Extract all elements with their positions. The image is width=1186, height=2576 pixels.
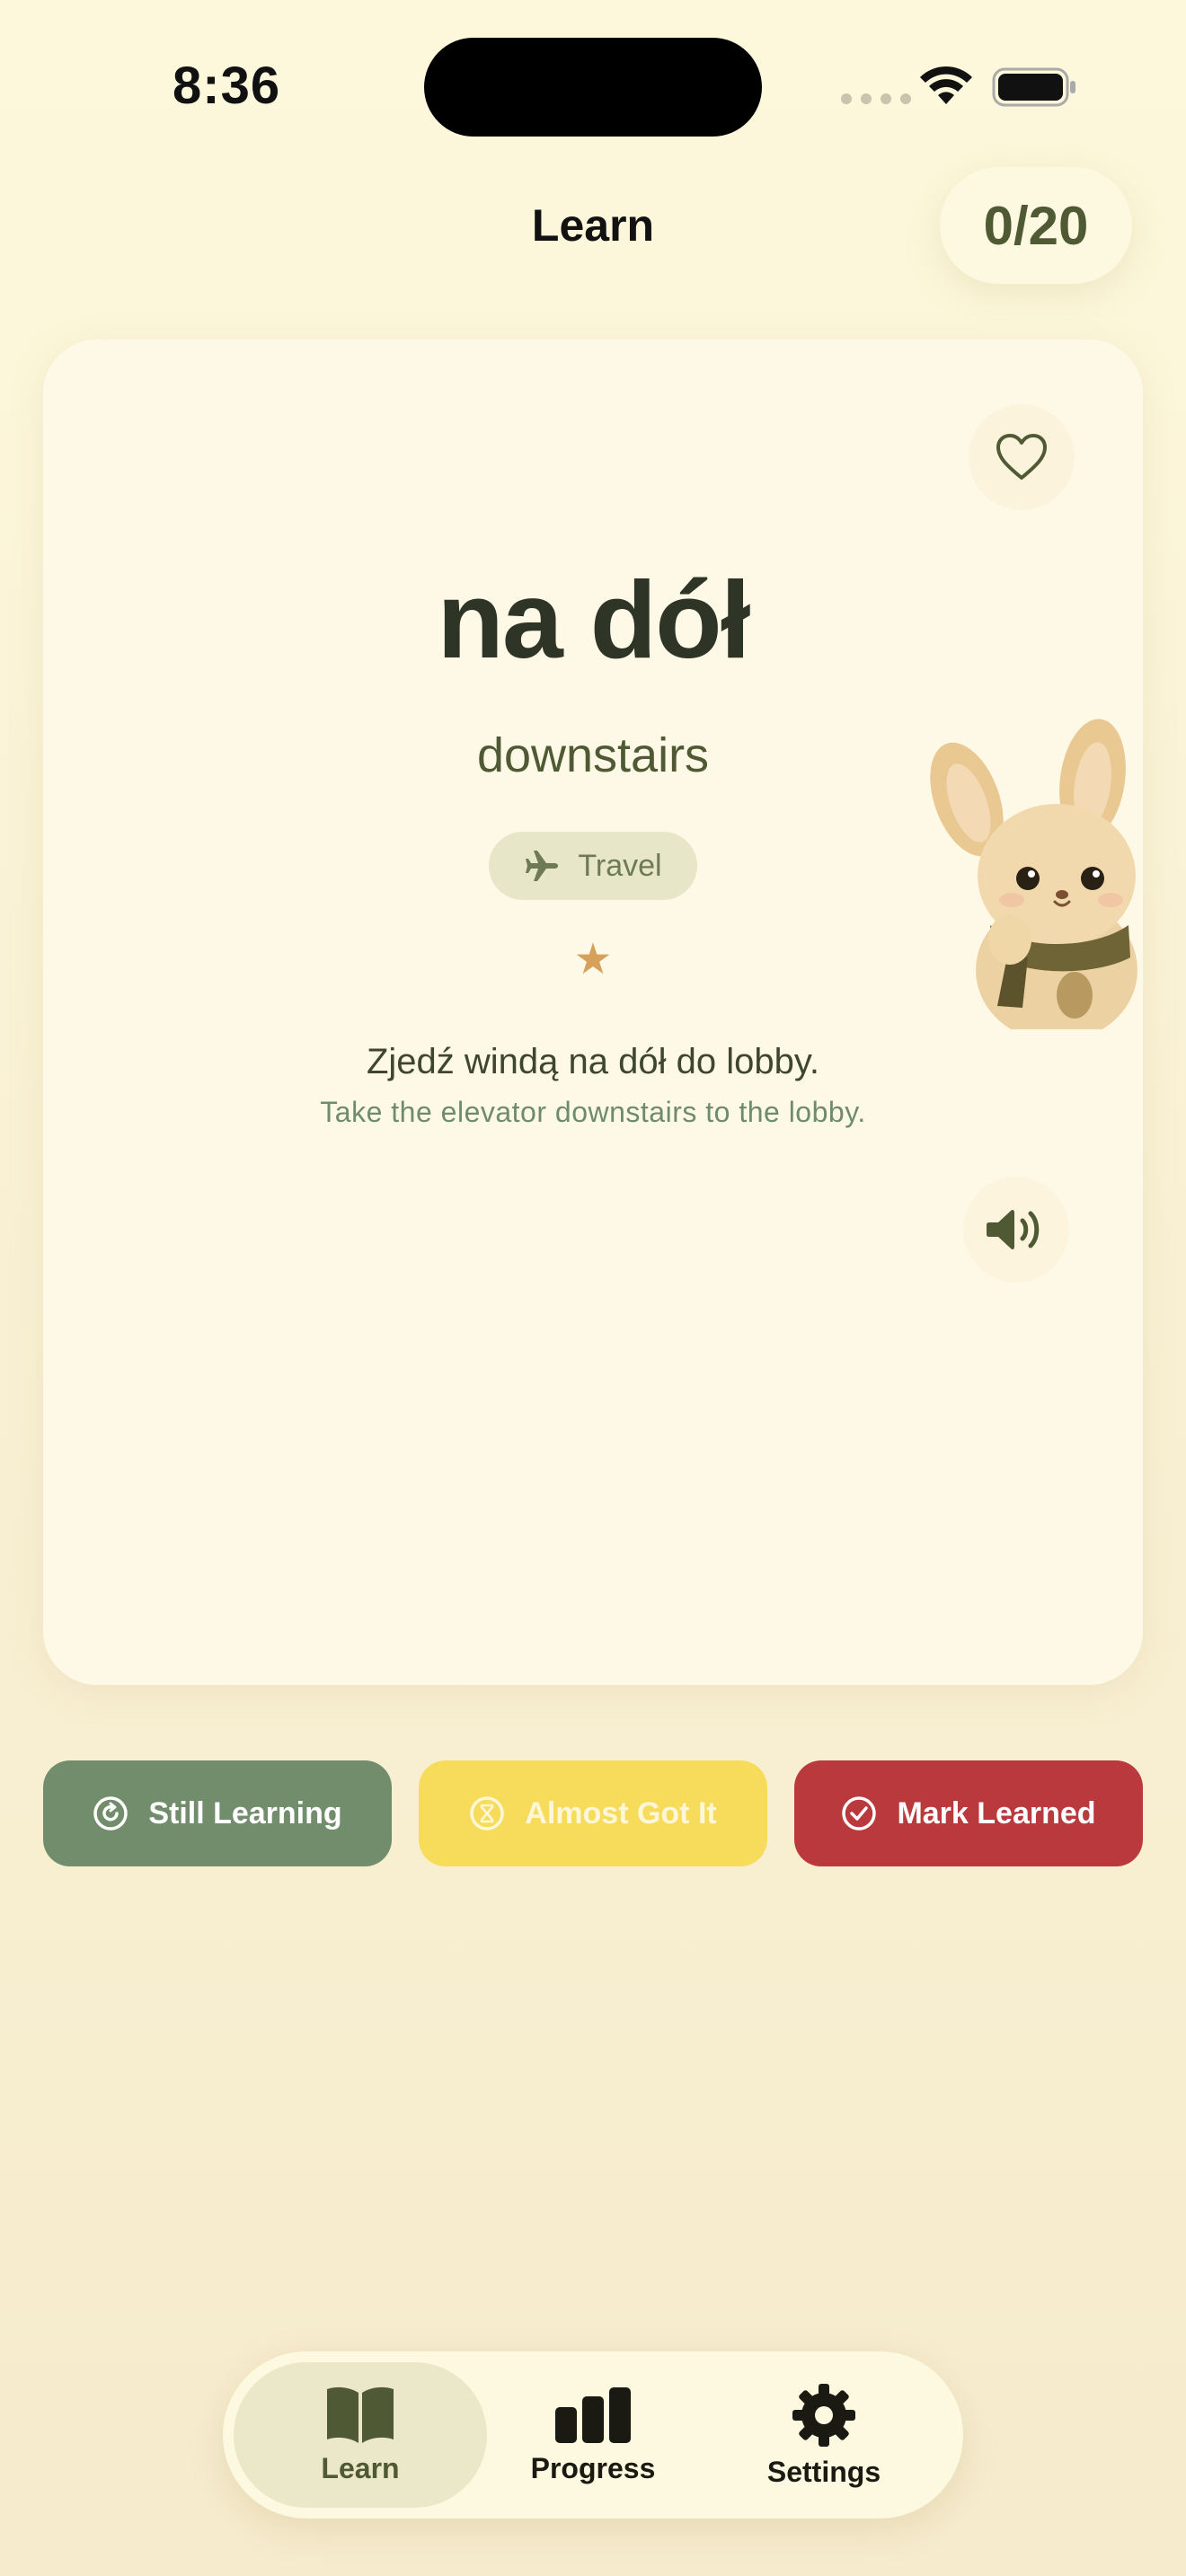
tab-settings[interactable]: Settings (697, 2362, 951, 2508)
example-sentence: Zjedź windą na dół do lobby. (366, 1042, 820, 1081)
bar-chart-icon (555, 2386, 631, 2443)
mark-learned-label: Mark Learned (897, 1795, 1096, 1831)
tab-settings-label: Settings (766, 2455, 881, 2488)
rating-actions: Still Learning Almost Got It Mark Learne… (43, 1760, 1143, 1866)
book-icon (327, 2386, 394, 2443)
example-translation: Take the elevator downstairs to the lobb… (320, 1096, 866, 1128)
bunny-mascot (930, 719, 1137, 1029)
vocab-word: na dół (437, 559, 750, 681)
category-label: Travel (578, 848, 662, 883)
wifi-icon (920, 66, 972, 104)
tab-bar: Learn Progress Settings (223, 2351, 963, 2519)
status-time: 8:36 (173, 57, 281, 115)
tab-learn-label: Learn (321, 2451, 400, 2484)
airplane-icon (526, 851, 559, 881)
tab-progress[interactable]: Progress (466, 2362, 720, 2508)
refresh-icon (93, 1795, 128, 1831)
dynamic-island (424, 38, 762, 137)
tab-progress-label: Progress (530, 2451, 656, 2484)
battery-icon (992, 67, 1075, 107)
speaker-icon (987, 1209, 1040, 1250)
tab-learn[interactable]: Learn (234, 2362, 487, 2508)
heart-icon (996, 434, 1047, 480)
almost-got-it-label: Almost Got It (525, 1795, 717, 1831)
mark-learned-button[interactable]: Mark Learned (794, 1760, 1143, 1866)
still-learning-button[interactable]: Still Learning (43, 1760, 392, 1866)
play-audio-button[interactable] (963, 1177, 1069, 1283)
category-tag: Travel (489, 832, 697, 900)
almost-got-it-button[interactable]: Almost Got It (419, 1760, 767, 1866)
check-circle-icon (841, 1795, 877, 1831)
gear-icon (792, 2383, 855, 2447)
cellular-signal-icon (841, 93, 911, 104)
still-learning-label: Still Learning (148, 1795, 342, 1831)
hourglass-icon (469, 1795, 505, 1831)
favorite-button[interactable] (969, 404, 1075, 510)
progress-counter: 0/20 (940, 167, 1132, 284)
